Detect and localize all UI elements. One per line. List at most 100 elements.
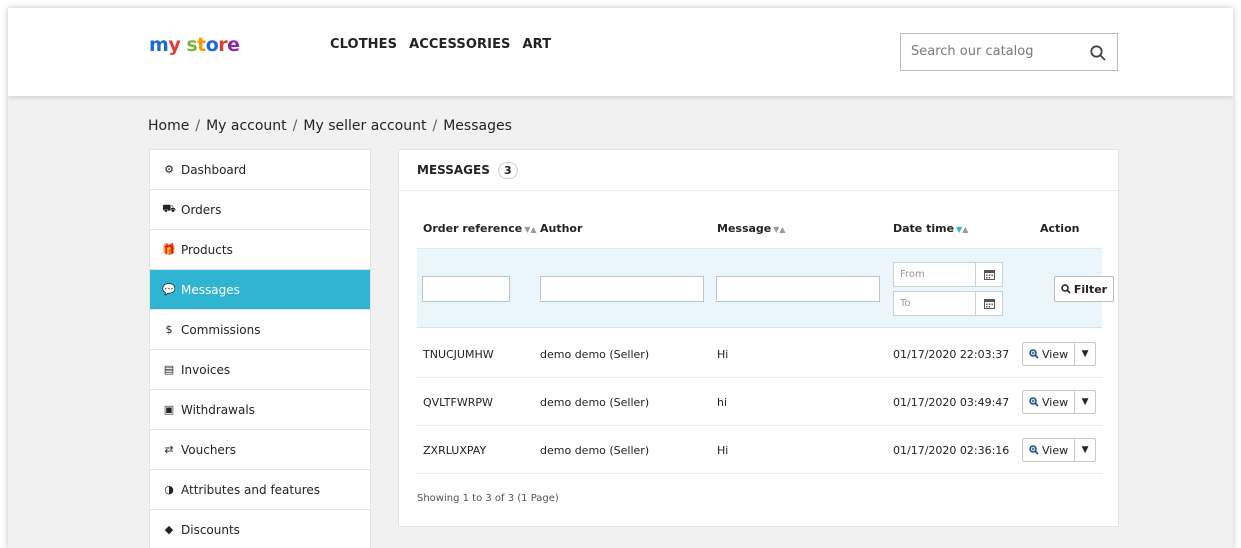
view-button-group: View ▼: [1022, 342, 1097, 366]
panel-header: MESSAGES 3: [399, 150, 1118, 191]
caret-down-icon[interactable]: ▼: [1075, 439, 1095, 461]
date-from-placeholder: From: [900, 269, 925, 280]
zoom-icon: [1029, 397, 1039, 407]
money-icon: ▣: [163, 403, 175, 416]
sidebar-item-dashboard[interactable]: ⚙ Dashboard: [150, 150, 370, 190]
sort-icon[interactable]: ▼▲: [524, 225, 536, 234]
breadcrumb-seller-account[interactable]: My seller account: [303, 118, 426, 134]
view-button-label: View: [1042, 395, 1069, 409]
sidebar-item-attributes-and-features[interactable]: ◑ Attributes and features: [150, 470, 370, 510]
sort-icon[interactable]: ▼▲: [773, 225, 785, 234]
table-row: ZXRLUXPAY demo demo (Seller) Hi 01/17/2020 …: [417, 426, 1102, 474]
cell-date-time: 01/17/2020 03:49:47: [893, 396, 1010, 409]
breadcrumb-home[interactable]: Home: [148, 118, 189, 134]
sidebar-item-withdrawals[interactable]: ▣ Withdrawals: [150, 390, 370, 430]
zoom-icon: [1029, 349, 1039, 359]
cell-order-reference: ZXRLUXPAY: [423, 444, 487, 457]
logo-letter: s: [186, 34, 198, 56]
sidebar-item-vouchers[interactable]: ⇄ Vouchers: [150, 430, 370, 470]
logo-letter: e: [227, 34, 240, 56]
cell-message: Hi: [717, 348, 729, 361]
pagination-summary: Showing 1 to 3 of 3 (1 Page): [417, 493, 559, 504]
dashboard-icon: ⚙: [164, 163, 174, 176]
filter-button[interactable]: Filter: [1054, 276, 1114, 302]
breadcrumb-separator: /: [432, 118, 438, 134]
view-button-label: View: [1042, 347, 1069, 361]
col-message[interactable]: Message ▼▲: [717, 222, 786, 235]
search-placeholder: Search our catalog: [911, 44, 1034, 59]
breadcrumb-separator: /: [292, 118, 298, 134]
messages-panel: MESSAGES 3 Order reference ▼▲ Author Mess…: [398, 149, 1119, 527]
site-header: my store CLOTHES ACCESSORIES ART Search …: [8, 8, 1233, 96]
tag-icon: ◆: [164, 523, 174, 536]
sidebar-item-label: Invoices: [181, 362, 231, 377]
search-icon[interactable]: [1089, 44, 1107, 62]
table-row: TNUCJUMHW demo demo (Seller) Hi 01/17/2020 …: [417, 330, 1102, 378]
invoice-icon: ▤: [163, 363, 175, 376]
basket-icon: ⛟: [162, 202, 176, 215]
sidebar-item-invoices[interactable]: ▤ Invoices: [150, 350, 370, 390]
col-author: Author: [540, 222, 582, 235]
cell-order-reference: TNUCJUMHW: [423, 348, 494, 361]
store-logo[interactable]: my store: [149, 34, 240, 56]
sidebar-item-products[interactable]: 🎁 Products: [150, 230, 370, 270]
cell-author: demo demo (Seller): [540, 396, 650, 409]
breadcrumb-separator: /: [195, 118, 201, 134]
view-button[interactable]: View: [1023, 439, 1076, 461]
sidebar-item-label: Discounts: [181, 522, 240, 537]
sidebar-item-label: Attributes and features: [181, 482, 321, 497]
seller-sidebar: ⚙ Dashboard ⛟ Orders 🎁 Products 💬 Messages $ Comm…: [149, 149, 371, 548]
message-count-badge: 3: [497, 161, 518, 179]
col-date-time[interactable]: Date time ▼▲: [893, 222, 968, 235]
exchange-icon: ⇄: [164, 443, 174, 456]
logo-letter: t: [197, 34, 206, 56]
view-button[interactable]: View: [1023, 343, 1076, 365]
view-button-label: View: [1042, 443, 1069, 457]
sort-icon[interactable]: ▼▲: [956, 225, 968, 234]
adjust-icon: ◑: [164, 483, 174, 496]
sidebar-item-commissions[interactable]: $ Commissions: [150, 310, 370, 350]
top-nav: CLOTHES ACCESSORIES ART: [330, 37, 551, 52]
view-button-group: View ▼: [1022, 390, 1097, 414]
cell-date-time: 01/17/2020 22:03:37: [893, 348, 1010, 361]
col-message-label: Message: [717, 222, 772, 235]
filter-row: From To Filter: [417, 248, 1114, 328]
sidebar-item-discounts[interactable]: ◆ Discounts: [150, 510, 370, 548]
cell-author: demo demo (Seller): [540, 444, 650, 457]
view-button[interactable]: View: [1023, 391, 1076, 413]
sidebar-item-messages[interactable]: 💬 Messages: [150, 270, 370, 310]
col-order-reference-label: Order reference: [423, 222, 523, 235]
table-row: QVLTFWRPW demo demo (Seller) hi 01/17/2020 …: [417, 378, 1102, 426]
logo-letter: y: [168, 34, 181, 56]
cell-message: hi: [717, 396, 728, 409]
filter-order-reference-input[interactable]: [422, 276, 510, 302]
nav-clothes[interactable]: CLOTHES: [330, 37, 397, 52]
calendar-icon[interactable]: [975, 263, 1002, 286]
col-order-reference[interactable]: Order reference ▼▲: [423, 222, 537, 235]
col-author-label: Author: [540, 222, 583, 235]
filter-date-to[interactable]: To: [893, 291, 1003, 316]
cell-author: demo demo (Seller): [540, 348, 650, 361]
sidebar-item-label: Withdrawals: [181, 402, 255, 417]
sidebar-item-orders[interactable]: ⛟ Orders: [150, 190, 370, 230]
caret-down-icon[interactable]: ▼: [1075, 391, 1095, 413]
cell-message: Hi: [717, 444, 729, 457]
nav-accessories[interactable]: ACCESSORIES: [409, 37, 510, 52]
caret-down-icon[interactable]: ▼: [1075, 343, 1095, 365]
nav-art[interactable]: ART: [523, 37, 552, 52]
filter-author-input[interactable]: [540, 276, 704, 302]
sidebar-item-label: Dashboard: [181, 162, 247, 177]
logo-letter: m: [149, 34, 169, 56]
filter-message-input[interactable]: [716, 276, 880, 302]
col-action-label: Action: [1040, 222, 1080, 235]
col-action: Action: [1040, 222, 1079, 235]
calendar-icon[interactable]: [975, 292, 1002, 315]
search-input[interactable]: Search our catalog: [900, 33, 1118, 71]
sidebar-item-label: Messages: [181, 282, 240, 297]
filter-date-from[interactable]: From: [893, 262, 1003, 287]
sidebar-item-label: Products: [181, 242, 233, 257]
sidebar-item-label: Orders: [181, 202, 222, 217]
sidebar-item-label: Vouchers: [181, 442, 236, 457]
breadcrumb-my-account[interactable]: My account: [206, 118, 287, 134]
search-icon: [1061, 284, 1071, 294]
